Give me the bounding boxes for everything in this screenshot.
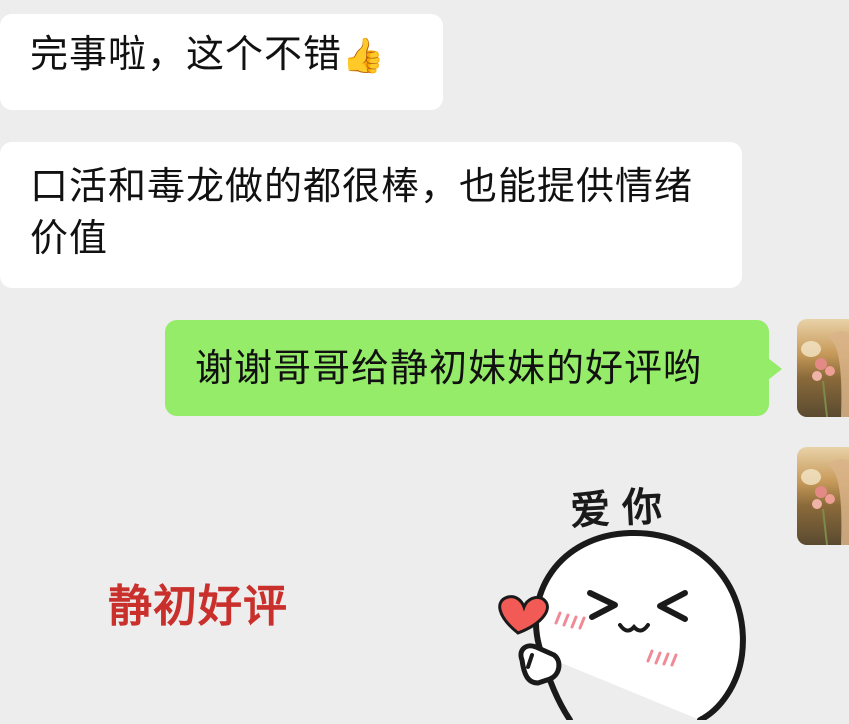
- thumbs-up-icon: 👍: [342, 36, 386, 76]
- sticker-caption: 爱你: [569, 483, 676, 535]
- message-text: 谢谢哥哥给静初妹妹的好评哟: [195, 346, 703, 390]
- avatar-photo-icon: [797, 319, 849, 417]
- message-bubble-incoming[interactable]: 完事啦，这个不错👍: [0, 14, 443, 110]
- avatar-photo-icon: [797, 447, 849, 545]
- avatar[interactable]: [797, 319, 849, 417]
- avatar[interactable]: [797, 447, 849, 545]
- message-text: 口活和毒龙做的都很棒，也能提供情绪价值: [30, 164, 694, 260]
- message-bubble-incoming[interactable]: 口活和毒龙做的都很棒，也能提供情绪价值: [0, 142, 742, 288]
- message-text: 完事啦，这个不错: [30, 32, 343, 76]
- message-bubble-outgoing[interactable]: 谢谢哥哥给静初妹妹的好评哟: [165, 320, 769, 416]
- bubble-tail: [768, 358, 782, 380]
- watermark-text: 静初好评: [108, 581, 288, 632]
